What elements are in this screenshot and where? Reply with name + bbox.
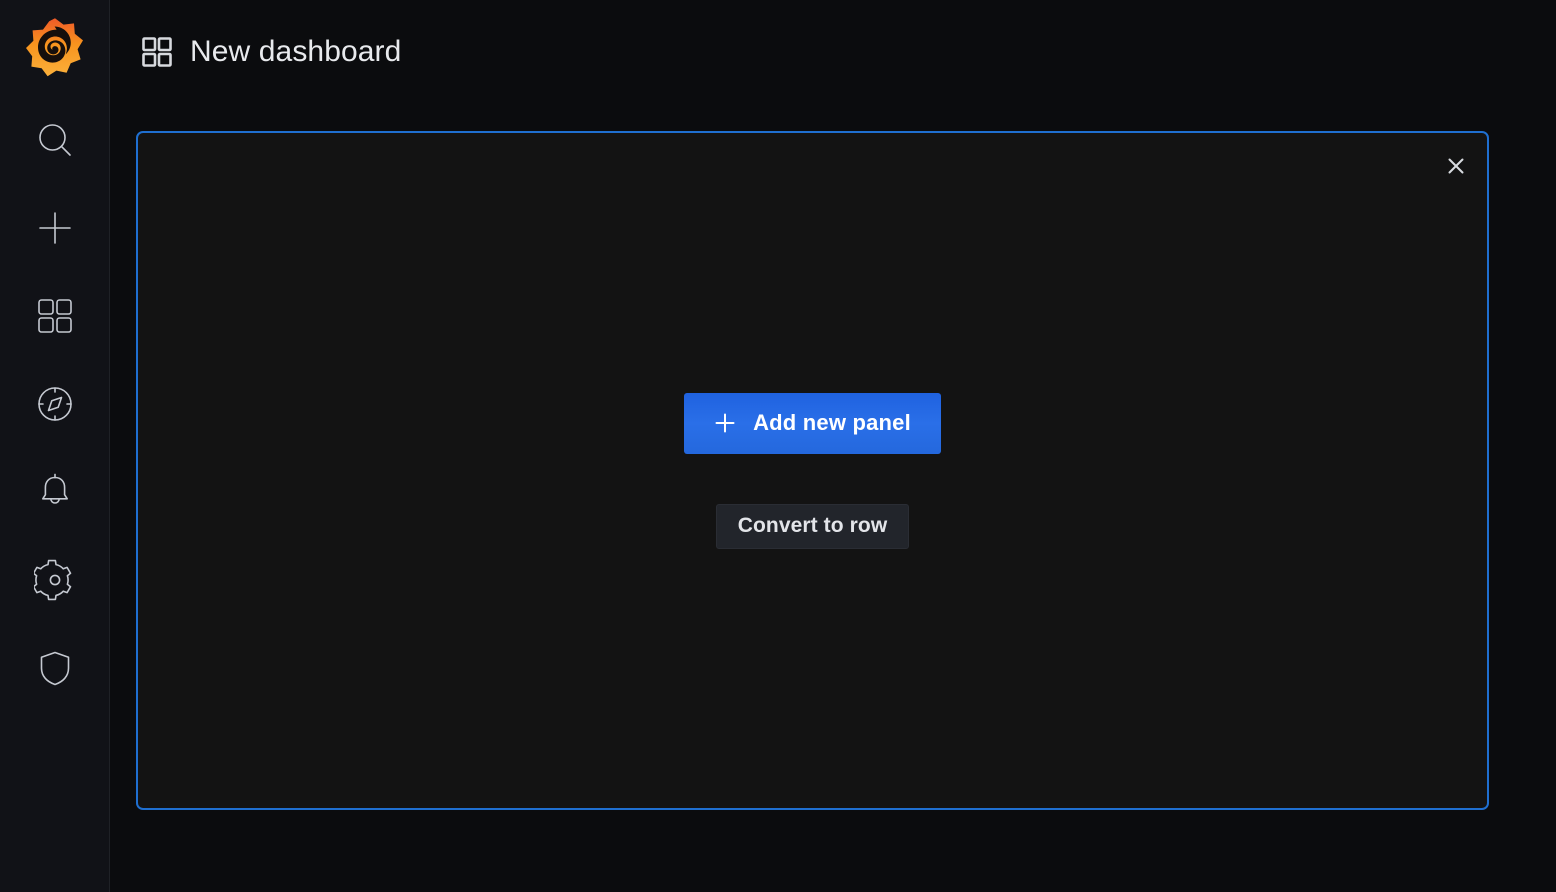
sidebar-item-alerting[interactable] bbox=[0, 448, 110, 536]
sidebar-nav-list bbox=[0, 96, 110, 712]
shield-icon bbox=[34, 647, 76, 689]
sidebar-item-dashboards[interactable] bbox=[0, 272, 110, 360]
grafana-app-window: New dashboard Add new panel Convert to r… bbox=[0, 0, 1556, 892]
search-icon bbox=[34, 119, 76, 161]
convert-to-row-label: Convert to row bbox=[737, 514, 888, 537]
convert-to-row-button[interactable]: Convert to row bbox=[715, 503, 910, 549]
main-sidebar bbox=[0, 0, 110, 892]
plus-icon bbox=[714, 412, 736, 434]
add-new-panel-button[interactable]: Add new panel bbox=[684, 392, 941, 454]
plus-icon bbox=[34, 207, 76, 249]
apps-grid-icon bbox=[142, 37, 172, 67]
apps-grid-icon bbox=[35, 296, 75, 336]
sidebar-item-configuration[interactable] bbox=[0, 536, 110, 624]
sidebar-item-create[interactable] bbox=[0, 184, 110, 272]
sidebar-item-server-admin[interactable] bbox=[0, 624, 110, 712]
add-panel-placeholder: Add new panel Convert to row bbox=[136, 131, 1489, 810]
grafana-logo-icon bbox=[22, 15, 88, 81]
sidebar-item-search[interactable] bbox=[0, 96, 110, 184]
grafana-logo-button[interactable] bbox=[0, 0, 110, 96]
gear-icon bbox=[33, 559, 76, 601]
page-title: New dashboard bbox=[190, 35, 402, 68]
sidebar-item-explore[interactable] bbox=[0, 360, 110, 448]
bell-icon bbox=[34, 471, 76, 513]
compass-icon bbox=[34, 383, 76, 425]
dashboard-topbar: New dashboard bbox=[110, 0, 1556, 104]
panel-action-group: Add new panel Convert to row bbox=[138, 133, 1487, 808]
add-new-panel-label: Add new panel bbox=[753, 410, 911, 435]
main-content-area: New dashboard Add new panel Convert to r… bbox=[110, 0, 1556, 892]
